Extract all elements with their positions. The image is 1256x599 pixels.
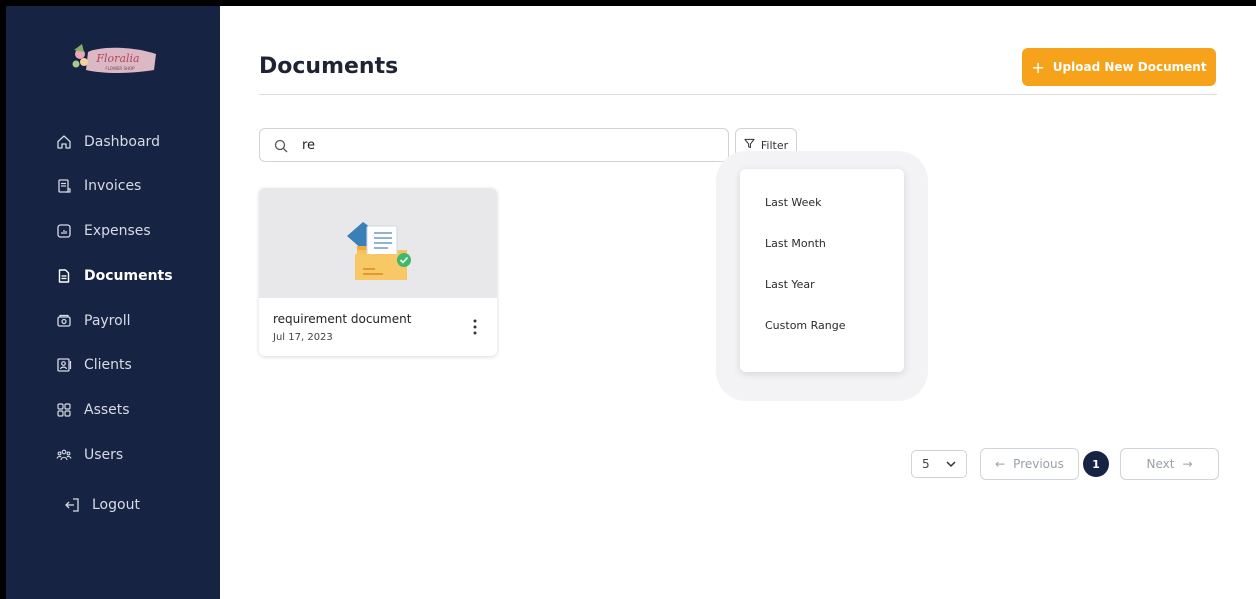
sidebar-item-label: Payroll	[84, 313, 131, 329]
previous-label: Previous	[1013, 457, 1064, 471]
sidebar-item-assets[interactable]: Assets	[56, 397, 130, 423]
search-icon	[274, 138, 288, 153]
document-icon	[56, 268, 72, 284]
sidebar-item-label: Expenses	[84, 223, 151, 239]
document-preview	[259, 188, 497, 298]
app-window: Floralia FLOWER SHOP Dashboard Invoices …	[6, 6, 1256, 599]
filter-option-last-week[interactable]: Last Week	[765, 196, 822, 209]
payroll-icon	[56, 313, 72, 329]
search-box	[259, 128, 729, 162]
sidebar-item-payroll[interactable]: Payroll	[56, 308, 130, 334]
sidebar-item-invoices[interactable]: Invoices	[56, 173, 141, 199]
filter-option-last-year[interactable]: Last Year	[765, 278, 815, 291]
logout-button[interactable]: Logout	[64, 492, 140, 518]
sidebar-item-label: Documents	[84, 268, 173, 284]
clients-icon	[56, 357, 72, 373]
document-date: Jul 17, 2023	[273, 332, 333, 343]
sidebar-item-label: Users	[84, 447, 124, 463]
filter-option-last-month[interactable]: Last Month	[765, 237, 826, 250]
document-name: requirement document	[273, 312, 412, 326]
next-page-button[interactable]: Next →	[1120, 448, 1219, 480]
svg-text:FLOWER SHOP: FLOWER SHOP	[105, 66, 135, 71]
sidebar-item-users[interactable]: Users	[56, 442, 123, 468]
filter-icon	[744, 138, 755, 152]
next-label: Next	[1146, 457, 1175, 471]
rows-per-page-select[interactable]: 5	[911, 450, 967, 478]
sidebar-item-documents[interactable]: Documents	[56, 263, 173, 289]
assets-icon	[56, 402, 72, 418]
more-options-icon[interactable]	[467, 316, 483, 338]
search-input[interactable]	[300, 136, 704, 154]
upload-button-label: Upload New Document	[1052, 60, 1207, 74]
sidebar-item-label: Assets	[84, 402, 130, 418]
invoice-icon	[56, 178, 72, 194]
sidebar-item-label: Dashboard	[84, 134, 160, 150]
sidebar-item-label: Clients	[84, 357, 132, 373]
filter-dropdown: Last Week Last Month Last Year Custom Ra…	[740, 169, 904, 372]
chevron-down-icon	[946, 457, 956, 471]
sidebar-item-clients[interactable]: Clients	[56, 352, 132, 378]
brand-logo[interactable]: Floralia FLOWER SHOP	[70, 40, 160, 80]
previous-page-button[interactable]: ← Previous	[980, 448, 1079, 480]
sidebar-item-expenses[interactable]: Expenses	[56, 218, 151, 244]
arrow-left-icon: ←	[995, 457, 1006, 471]
logout-icon	[64, 497, 80, 513]
page-title: Documents	[259, 54, 399, 79]
sidebar-item-label: Invoices	[84, 178, 142, 194]
home-icon	[56, 134, 72, 150]
expenses-icon	[56, 223, 72, 239]
arrow-right-icon: →	[1182, 457, 1193, 471]
upload-document-button[interactable]: + Upload New Document	[1022, 48, 1216, 86]
users-icon	[56, 447, 72, 463]
plus-icon: +	[1031, 57, 1045, 77]
header-divider	[259, 94, 1217, 95]
page-number-button[interactable]: 1	[1083, 451, 1109, 477]
filter-label: Filter	[760, 138, 789, 152]
svg-text:Floralia: Floralia	[95, 52, 139, 65]
logout-label: Logout	[92, 497, 140, 513]
document-card[interactable]: requirement document Jul 17, 2023	[259, 188, 497, 356]
sidebar: Floralia FLOWER SHOP Dashboard Invoices …	[6, 6, 220, 599]
filter-option-custom-range[interactable]: Custom Range	[765, 319, 846, 332]
folder-document-icon	[347, 222, 411, 280]
rows-per-page-value: 5	[922, 457, 930, 471]
sidebar-item-dashboard[interactable]: Dashboard	[56, 129, 160, 155]
